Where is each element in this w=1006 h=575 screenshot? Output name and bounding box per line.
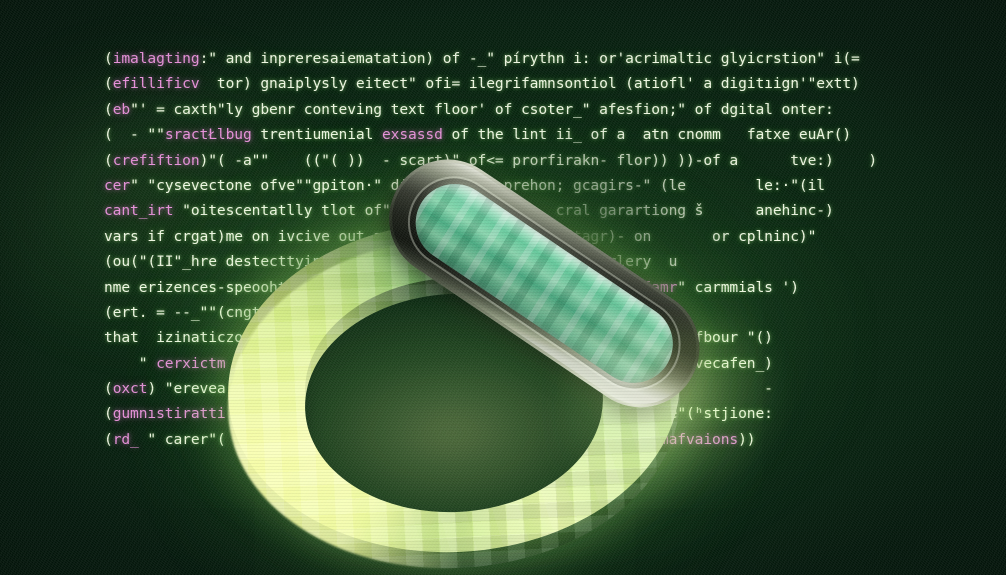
background-glow-left	[0, 23, 363, 368]
illustration-canvas: (imalagting:" and inpreresaiematation) o…	[0, 0, 1006, 575]
